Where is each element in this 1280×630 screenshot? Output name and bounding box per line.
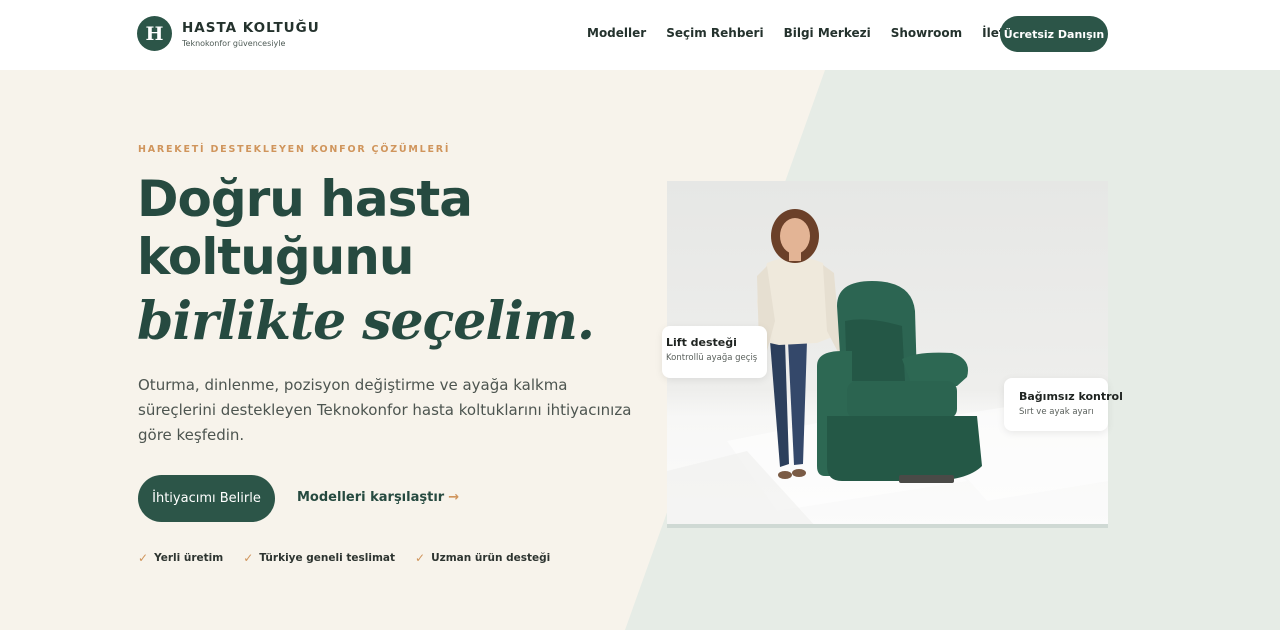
independent-control-badge: Bağımsız kontrol Sırt ve ayak ayarı — [1004, 378, 1123, 431]
nav-item-modeller[interactable]: Modeller — [587, 26, 646, 40]
compare-models-label: Modelleri karşılaştır — [297, 490, 445, 505]
feature-label: Türkiye geneli teslimat — [259, 552, 396, 564]
feature-label: Yerli üretim — [154, 552, 224, 564]
compare-models-link[interactable]: Modelleri karşılaştır → — [297, 490, 459, 505]
check-icon: ✓ — [415, 551, 426, 565]
hero-title: Doğru hasta koltuğunu — [137, 170, 473, 286]
badge-title: Bağımsız kontrol — [1019, 390, 1123, 403]
logo-mark-icon: H — [137, 16, 172, 51]
check-icon: ✓ — [243, 551, 254, 565]
brand-tagline: Teknokonfor güvencesiyle — [182, 38, 286, 48]
hero-title-line2: koltuğunu — [137, 228, 414, 286]
arrow-right-icon: → — [448, 490, 460, 505]
nav-item-bilgi-merkezi[interactable]: Bilgi Merkezi — [784, 26, 871, 40]
nav-item-secim-rehberi[interactable]: Seçim Rehberi — [666, 26, 763, 40]
logo-text: HASTA KOLTUĞU Teknokonfor güvencesiyle — [182, 20, 320, 48]
badge-subtitle: Sırt ve ayak ayarı — [1019, 407, 1094, 417]
hero-lead: Oturma, dinlenme, pozisyon değiştirme ve… — [138, 376, 632, 444]
brand-logo[interactable]: H HASTA KOLTUĞU Teknokonfor güvencesiyle — [137, 16, 320, 51]
lift-support-badge: Lift desteği Kontrollü ayağa geçiş — [662, 326, 767, 378]
badge-title: Lift desteği — [666, 336, 737, 349]
feature-list: ✓ Yerli üretim ✓ Türkiye geneli teslimat… — [138, 551, 570, 565]
feature-item: ✓ Türkiye geneli teslimat — [243, 551, 395, 565]
photo-base-line — [667, 524, 1108, 528]
feature-item: ✓ Yerli üretim — [138, 551, 223, 565]
hero-title-italic: birlikte seçelim. — [137, 291, 595, 352]
feature-item: ✓ Uzman ürün desteği — [415, 551, 550, 565]
main-nav: Modeller Seçim Rehberi Bilgi Merkezi Sho… — [587, 26, 1033, 40]
hero-title-line1: Doğru hasta — [137, 170, 473, 228]
nav-item-showroom[interactable]: Showroom — [891, 26, 962, 40]
hero-section: HAREKETİ DESTEKLEYEN KONFOR ÇÖZÜMLERİ Do… — [0, 70, 1280, 630]
feature-label: Uzman ürün desteği — [431, 552, 551, 564]
badge-subtitle: Kontrollü ayağa geçiş — [666, 353, 758, 363]
brand-name: HASTA KOLTUĞU — [182, 19, 320, 36]
free-consult-button[interactable]: Ücretsiz Danışın — [1000, 16, 1108, 52]
hero-eyebrow: HAREKETİ DESTEKLEYEN KONFOR ÇÖZÜMLERİ — [138, 144, 451, 155]
check-icon: ✓ — [138, 551, 149, 565]
site-header: H HASTA KOLTUĞU Teknokonfor güvencesiyle… — [0, 0, 1280, 70]
determine-needs-button[interactable]: İhtiyacımı Belirle — [138, 475, 275, 522]
